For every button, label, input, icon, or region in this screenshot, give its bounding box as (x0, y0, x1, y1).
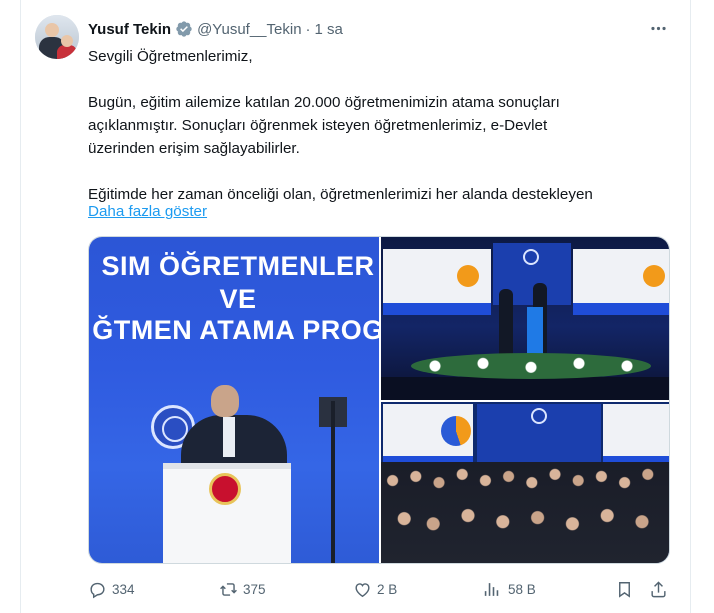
repost-count: 375 (243, 581, 266, 597)
like-button[interactable]: 2 B (353, 578, 397, 600)
repost-button[interactable]: 375 (219, 578, 266, 600)
bookmark-icon (619, 581, 630, 598)
views-button[interactable]: 58 B (484, 578, 536, 600)
reply-button[interactable]: 334 (88, 578, 135, 600)
reply-icon (90, 582, 105, 598)
tweet-text-line: üzerinden erişim sağlayabilirler. (88, 140, 300, 157)
views-icon (484, 582, 499, 596)
person-on-stage (499, 289, 513, 355)
views-count: 58 B (508, 581, 536, 597)
stage-podium (527, 307, 543, 355)
verified-badge-icon[interactable] (175, 20, 193, 38)
share-icon (651, 580, 666, 597)
more-icon[interactable] (646, 16, 670, 40)
author-handle[interactable]: @Yusuf__Tekin (197, 21, 301, 38)
tweet-text: Sevgili Öğretmenlerimiz, Bugün, eğitim a… (88, 45, 678, 206)
tweet-header: Yusuf Tekin @Yusuf__Tekin · 1 sa (88, 18, 343, 40)
tweet-text-line: Bugün, eğitim ailemize katılan 20.000 öğ… (88, 94, 560, 111)
tweet-text-line: Sevgili Öğretmenlerimiz, (88, 48, 253, 65)
show-more-link[interactable]: Daha fazla göster (88, 200, 207, 223)
stage-screen-left (383, 404, 473, 468)
presidential-emblem (209, 473, 241, 505)
tweet-actions: 334 375 2 B 58 B (88, 578, 678, 600)
share-button[interactable] (649, 578, 668, 600)
banner-text: VE (219, 284, 257, 314)
separator-dot: · (305, 20, 311, 38)
stage-screen-left (383, 249, 491, 315)
media-grid: SIM ÖĞRETMENLER VE ĞTMEN ATAMA PROG (88, 236, 670, 564)
stage-screen-right (573, 249, 669, 315)
repost-icon (220, 582, 237, 596)
author-name[interactable]: Yusuf Tekin (88, 21, 171, 38)
like-icon (355, 582, 370, 597)
banner-text: SIM ÖĞRETMENLER (101, 251, 375, 281)
crowd (381, 462, 669, 563)
banner-text: ĞTMEN ATAMA PROG (92, 315, 379, 345)
reply-count: 334 (112, 581, 135, 597)
like-count: 2 B (377, 581, 398, 597)
media-image-stage[interactable] (381, 237, 669, 400)
stage-screen-center (477, 404, 601, 462)
avatar[interactable] (35, 15, 79, 59)
tweet[interactable]: Yusuf Tekin @Yusuf__Tekin · 1 sa Sevgili… (21, 0, 690, 613)
stage-screen-right (603, 404, 669, 468)
bookmark-button[interactable] (615, 578, 634, 600)
flower-arrangement (411, 353, 651, 379)
timeline-border-right (690, 0, 691, 613)
media-image-group-photo[interactable] (381, 402, 669, 563)
media-image-speaker[interactable]: SIM ÖĞRETMENLER VE ĞTMEN ATAMA PROG (89, 237, 379, 563)
tweet-text-line: açıklanmıştır. Sonuçları öğrenmek isteye… (88, 117, 548, 134)
tweet-timestamp[interactable]: 1 sa (315, 21, 343, 38)
